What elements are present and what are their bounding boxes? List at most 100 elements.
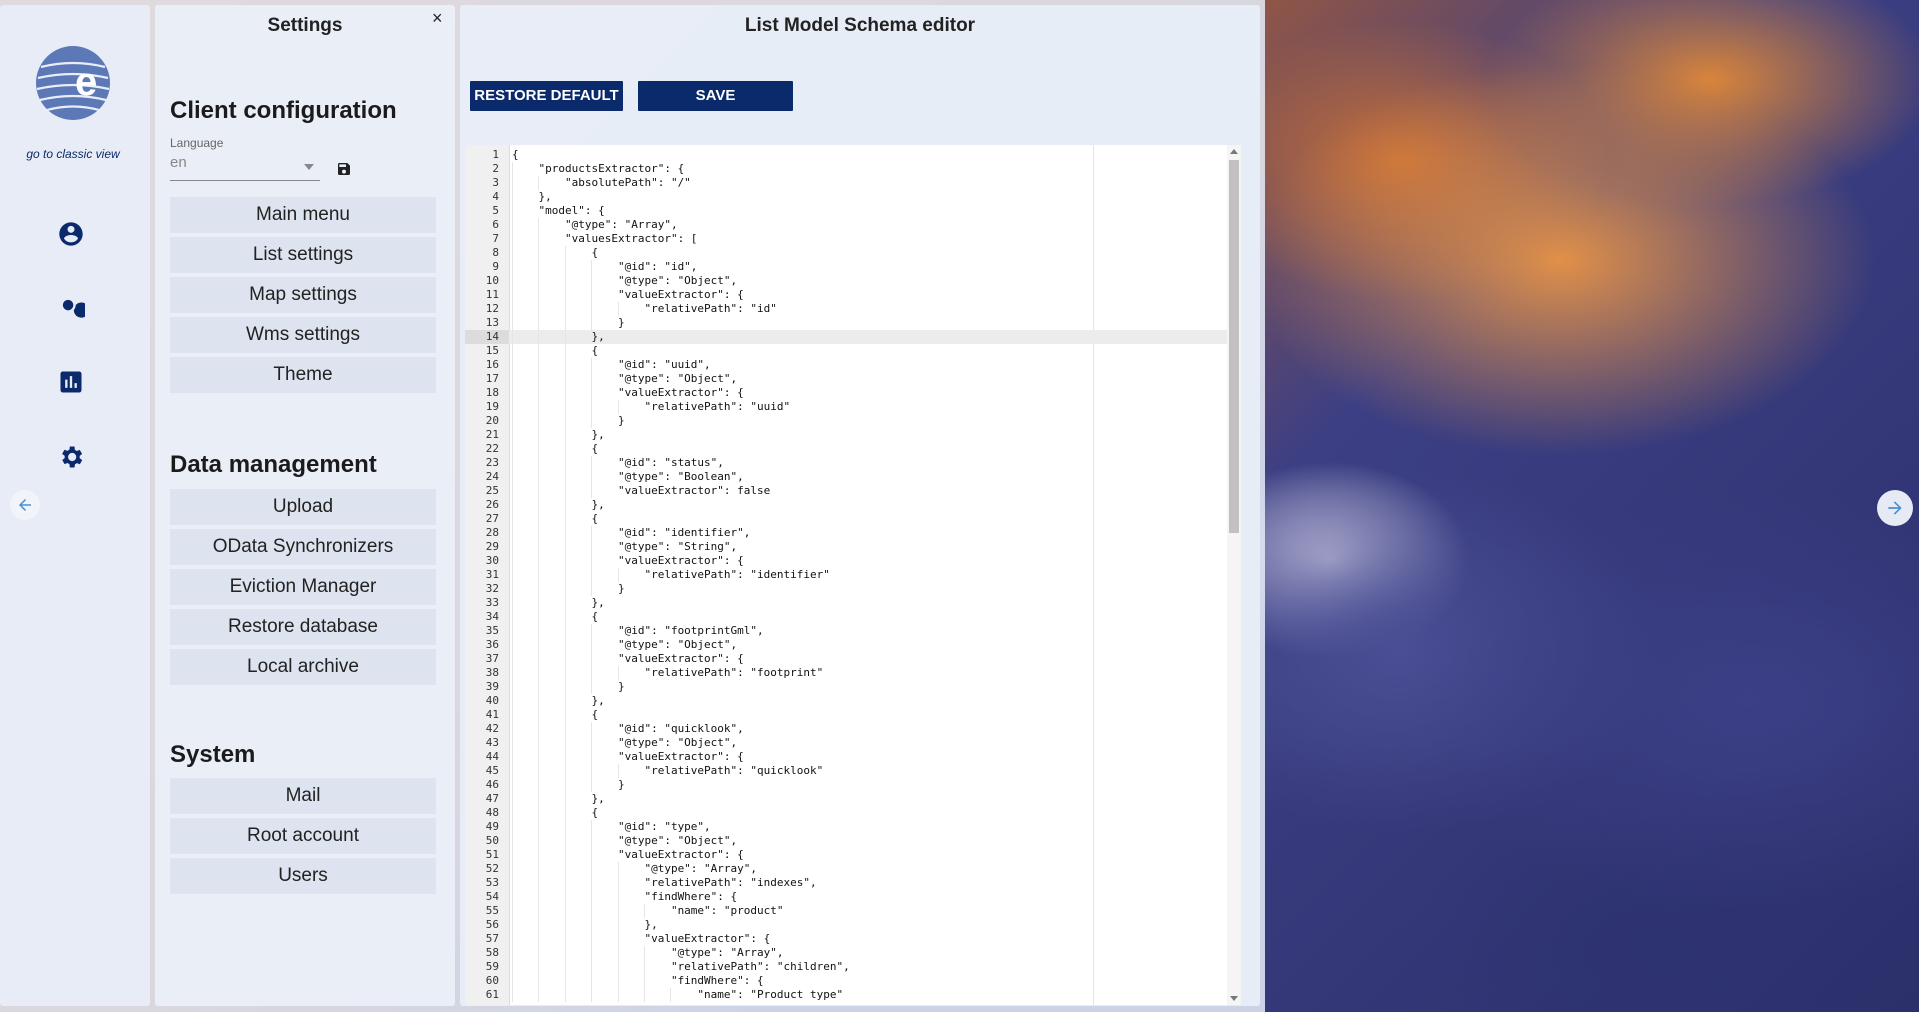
list-settings-button[interactable]: List settings — [170, 237, 436, 273]
scroll-up-icon[interactable] — [1230, 149, 1238, 154]
restore-database-button[interactable]: Restore database — [170, 609, 436, 645]
upload-button[interactable]: Upload — [170, 489, 436, 525]
code-line[interactable]: "relativePath": "children", — [509, 960, 1227, 974]
code-line[interactable]: "valueExtractor": { — [509, 288, 1227, 302]
code-line[interactable]: "@type": "Object", — [509, 638, 1227, 652]
code-line[interactable]: "@id": "uuid", — [509, 358, 1227, 372]
code-line[interactable]: "valueExtractor": false — [509, 484, 1227, 498]
code-line[interactable]: }, — [509, 694, 1227, 708]
code-line[interactable]: "relativePath": "quicklook" — [509, 764, 1227, 778]
code-line[interactable]: "@type": "Object", — [509, 834, 1227, 848]
code-line[interactable]: "@id": "id", — [509, 260, 1227, 274]
scrollbar-thumb[interactable] — [1229, 160, 1239, 533]
code-line[interactable]: { — [509, 442, 1227, 456]
code-line-text: "valueExtractor": { — [512, 848, 744, 861]
map-settings-button[interactable]: Map settings — [170, 277, 436, 313]
code-line[interactable]: }, — [509, 498, 1227, 512]
line-number: 43 — [485, 736, 499, 749]
code-line[interactable]: } — [509, 778, 1227, 792]
language-select[interactable]: en — [170, 154, 320, 181]
code-line[interactable]: "valueExtractor": { — [509, 554, 1227, 568]
editor-scrollbar[interactable] — [1227, 145, 1241, 1005]
local-archive-button[interactable]: Local archive — [170, 649, 436, 685]
code-line[interactable]: } — [509, 414, 1227, 428]
code-line[interactable]: "@type": "Object", — [509, 274, 1227, 288]
code-line[interactable]: }, — [509, 190, 1227, 204]
code-line[interactable]: "@type": "Boolean", — [509, 470, 1227, 484]
collapse-left-arrow-icon[interactable] — [10, 490, 40, 520]
code-line[interactable]: "findWhere": { — [509, 974, 1227, 988]
line-number: 29 — [485, 540, 499, 553]
code-line[interactable]: "@id": "type", — [509, 820, 1227, 834]
code-line[interactable]: "valueExtractor": { — [509, 932, 1227, 946]
code-line[interactable]: "@type": "Array", — [509, 218, 1227, 232]
code-line[interactable]: "findWhere": { — [509, 890, 1227, 904]
code-line[interactable]: }, — [509, 918, 1227, 932]
scroll-down-icon[interactable] — [1230, 996, 1238, 1001]
odata-synchronizers-button[interactable]: OData Synchronizers — [170, 529, 436, 565]
mail-button[interactable]: Mail — [170, 778, 436, 814]
code-line[interactable]: { — [509, 246, 1227, 260]
chart-icon[interactable] — [56, 367, 86, 397]
code-line[interactable]: "@type": "String", — [509, 540, 1227, 554]
code-line[interactable]: "model": { — [509, 204, 1227, 218]
root-account-button[interactable]: Root account — [170, 818, 436, 854]
line-number: 55 — [485, 904, 499, 917]
code-line[interactable]: "valuesExtractor": [ — [509, 232, 1227, 246]
code-line[interactable]: "@id": "quicklook", — [509, 722, 1227, 736]
code-editor[interactable]: 1 2 3 4 5 6 7 8 9 10 11 12 13 14 15 16 17 18 19 20 21 22 23 24 2… — [465, 145, 1241, 1005]
settings-icon[interactable] — [56, 442, 86, 472]
code-line[interactable]: }, — [509, 596, 1227, 610]
code-text-area[interactable]: { "productsExtractor": { "absolutePath":… — [509, 145, 1227, 1005]
code-line[interactable]: "relativePath": "uuid" — [509, 400, 1227, 414]
line-number: 38 — [485, 666, 499, 679]
code-line[interactable]: { — [509, 512, 1227, 526]
classic-view-link[interactable]: go to classic view — [0, 147, 146, 161]
code-line[interactable]: "@id": "identifier", — [509, 526, 1227, 540]
code-line[interactable]: "name": "product" — [509, 904, 1227, 918]
expand-right-arrow-icon[interactable] — [1877, 490, 1913, 526]
code-line[interactable]: "@id": "status", — [509, 456, 1227, 470]
code-line[interactable]: { — [509, 708, 1227, 722]
search-icon[interactable] — [56, 293, 86, 323]
code-line[interactable]: "@type": "Array", — [509, 862, 1227, 876]
close-icon[interactable]: × — [432, 9, 443, 27]
code-line[interactable]: } — [509, 316, 1227, 330]
code-line[interactable]: "valueExtractor": { — [509, 750, 1227, 764]
code-line[interactable]: }, — [509, 428, 1227, 442]
code-line[interactable]: "valueExtractor": { — [509, 848, 1227, 862]
code-line[interactable]: "valueExtractor": { — [509, 652, 1227, 666]
code-line[interactable]: } — [509, 680, 1227, 694]
save-icon[interactable] — [336, 161, 352, 177]
code-line[interactable]: "relativePath": "id" — [509, 302, 1227, 316]
save-button[interactable]: SAVE — [638, 81, 793, 111]
code-line[interactable]: "name": "Product type" — [509, 988, 1227, 1002]
code-line[interactable]: { — [509, 344, 1227, 358]
code-line[interactable]: }, — [509, 792, 1227, 806]
code-line[interactable]: "relativePath": "identifier" — [509, 568, 1227, 582]
code-line[interactable]: { — [509, 806, 1227, 820]
line-number: 25 — [485, 484, 499, 497]
line-number: 19 — [485, 400, 499, 413]
code-line[interactable]: } — [509, 582, 1227, 596]
code-line[interactable]: "@type": "Object", — [509, 736, 1227, 750]
account-icon[interactable] — [56, 219, 86, 249]
code-line[interactable]: "relativePath": "indexes", — [509, 876, 1227, 890]
wms-settings-button[interactable]: Wms settings — [170, 317, 436, 353]
code-line[interactable]: { — [509, 610, 1227, 624]
code-line[interactable]: "valueExtractor": { — [509, 386, 1227, 400]
code-line[interactable]: "relativePath": "footprint" — [509, 666, 1227, 680]
code-line[interactable]: "@id": "footprintGml", — [509, 624, 1227, 638]
main-menu-button[interactable]: Main menu — [170, 197, 436, 233]
code-line[interactable]: "absolutePath": "/" — [509, 176, 1227, 190]
code-line[interactable]: "productsExtractor": { — [509, 162, 1227, 176]
code-line[interactable]: "@type": "Object", — [509, 372, 1227, 386]
eviction-manager-button[interactable]: Eviction Manager — [170, 569, 436, 605]
restore-default-button[interactable]: RESTORE DEFAULT — [470, 81, 623, 111]
users-button[interactable]: Users — [170, 858, 436, 894]
code-line[interactable]: }, — [509, 330, 1227, 344]
code-line[interactable]: { — [509, 148, 1227, 162]
theme-button[interactable]: Theme — [170, 357, 436, 393]
code-line[interactable]: "@type": "Array", — [509, 946, 1227, 960]
code-line-text: }, — [512, 330, 605, 343]
